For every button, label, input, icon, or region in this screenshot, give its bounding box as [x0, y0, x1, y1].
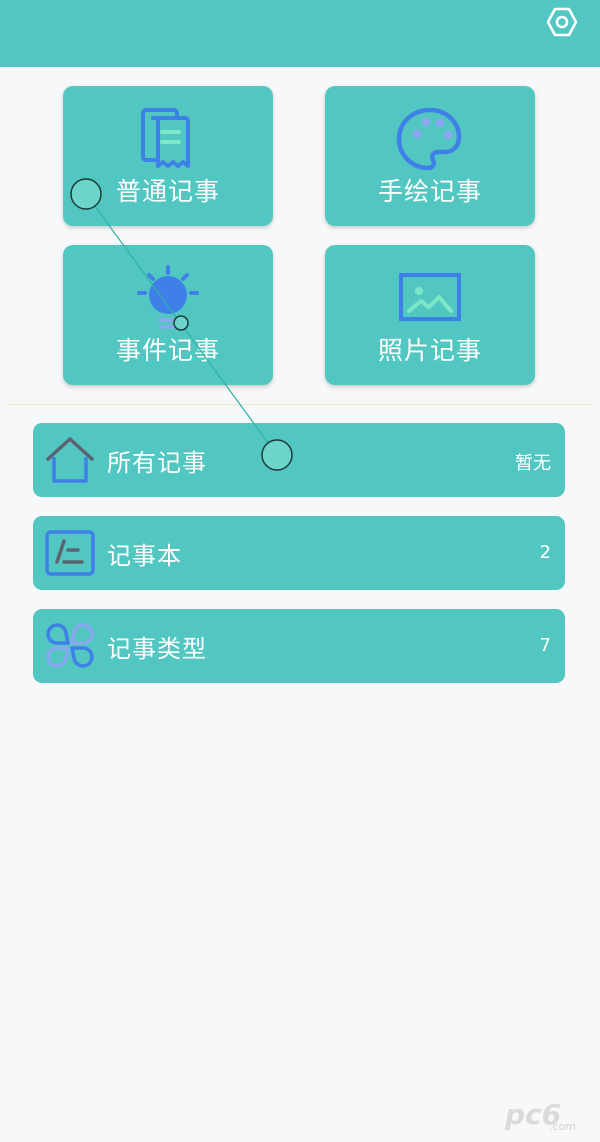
grid-petals-icon: [46, 623, 94, 668]
tile-label: 照片记事: [377, 336, 482, 365]
top-bar: [0, 0, 600, 67]
tile-photo-note[interactable]: 照片记事: [325, 245, 535, 385]
row-value: 2: [539, 542, 551, 563]
tile-label: 手绘记事: [377, 177, 482, 206]
tile-label: 普通记事: [115, 177, 220, 206]
tile-normal-note[interactable]: 普通记事: [63, 86, 273, 226]
notebook-icon: [45, 530, 95, 576]
tile-label: 事件记事: [115, 336, 220, 365]
watermark-logo: pc6 .com: [505, 1098, 595, 1134]
palette-icon: [396, 107, 462, 171]
lightbulb-icon: [137, 265, 199, 329]
notes-icon: [141, 108, 190, 168]
row-label: 记事本: [107, 542, 182, 570]
settings-button[interactable]: [546, 6, 578, 38]
home-icon: [46, 437, 94, 483]
watermark-domain-text: .com: [549, 1120, 576, 1133]
image-icon: [399, 273, 461, 321]
row-value: 7: [539, 635, 551, 656]
tile-drawing-note[interactable]: 手绘记事: [325, 86, 535, 226]
row-value: 暂无: [515, 453, 551, 474]
divider: [8, 404, 592, 405]
row-notebook[interactable]: 记事本 2: [33, 516, 565, 590]
row-label: 所有记事: [107, 449, 207, 477]
row-label: 记事类型: [107, 635, 207, 663]
row-all-notes[interactable]: 所有记事 暂无: [33, 423, 565, 497]
tile-event-note[interactable]: 事件记事: [63, 245, 273, 385]
hexagon-settings-icon: [546, 7, 578, 37]
row-note-types[interactable]: 记事类型 7: [33, 609, 565, 683]
